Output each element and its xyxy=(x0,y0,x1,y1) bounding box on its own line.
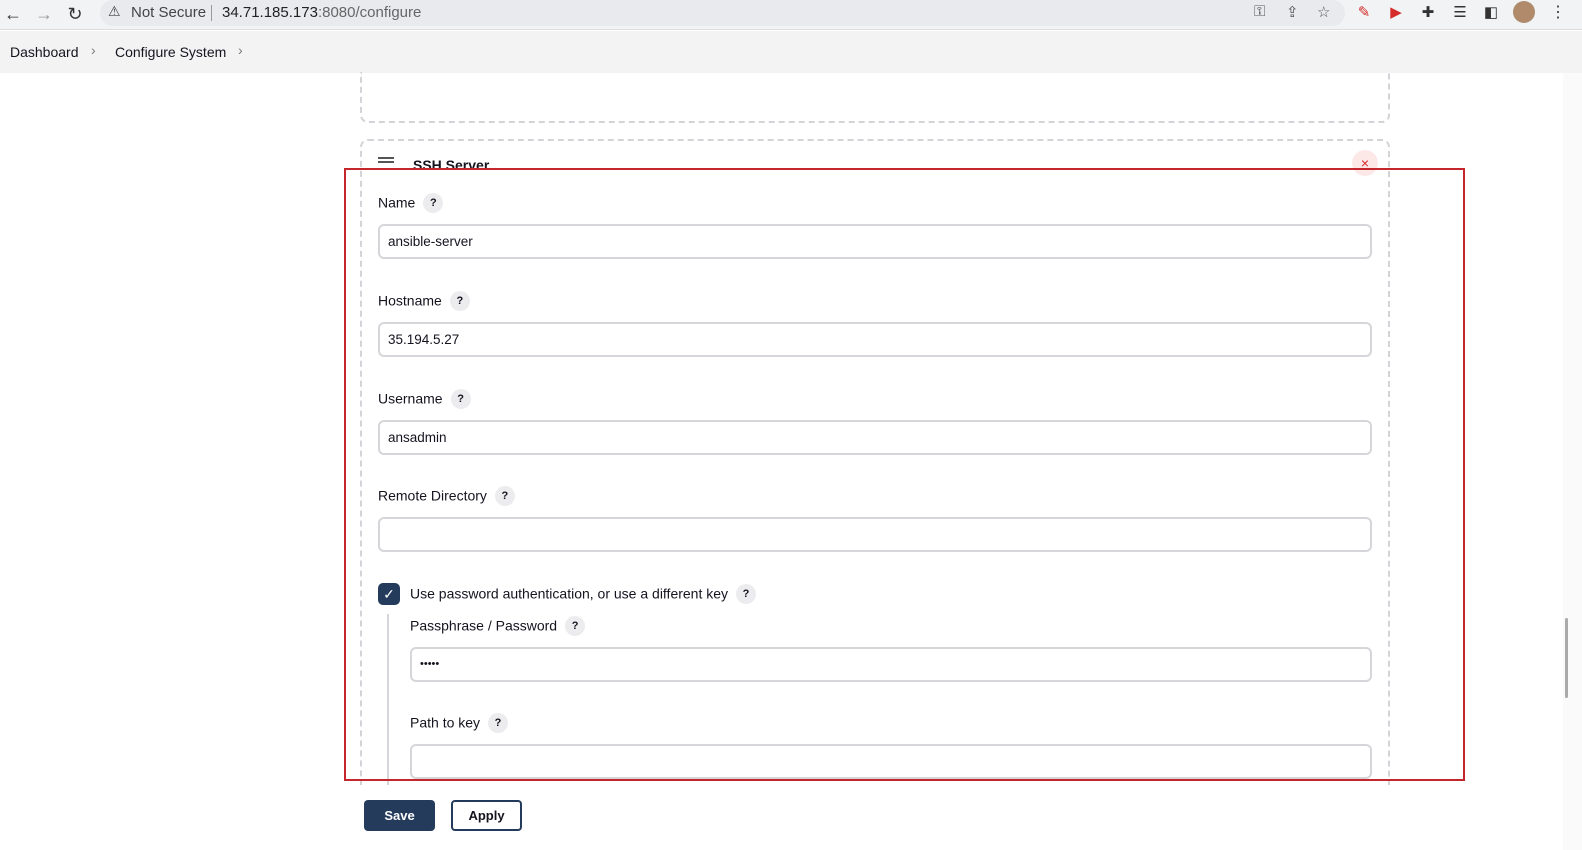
scrollbar-track[interactable] xyxy=(1563,73,1582,850)
chevron-right-icon: › xyxy=(91,42,96,58)
breadcrumb: Dashboard › Configure System › xyxy=(0,31,1582,73)
password-auth-checkbox[interactable]: ✓ xyxy=(378,583,400,605)
remote-directory-label: Remote Directory? xyxy=(378,486,515,507)
username-label: Username? xyxy=(378,389,471,410)
passphrase-label-text: Passphrase / Password xyxy=(410,617,558,634)
url-text[interactable]: 34.71.185.173:8080/configure xyxy=(222,4,421,21)
password-auth-label: Use password authentication, or use a di… xyxy=(410,584,757,605)
warning-icon[interactable]: ⚠ xyxy=(108,3,121,20)
username-label-text: Username xyxy=(378,390,443,407)
chevron-right-icon[interactable]: › xyxy=(238,42,243,58)
url-host: 34.71.185.173 xyxy=(222,4,318,21)
share-icon[interactable]: ⇪ xyxy=(1286,3,1299,21)
path-to-key-label-text: Path to key xyxy=(410,714,481,731)
name-label-text: Name xyxy=(378,194,416,211)
passphrase-label: Passphrase / Password? xyxy=(410,616,586,637)
close-icon[interactable]: × xyxy=(1352,150,1378,176)
browser-toolbar: ← → ↻ ⚠ Not Secure 34.71.185.173:8080/co… xyxy=(0,0,1582,30)
help-icon[interactable]: ? xyxy=(494,486,515,506)
hostname-input[interactable]: 35.194.5.27 xyxy=(378,322,1372,357)
help-icon[interactable]: ? xyxy=(423,193,444,213)
drag-handle-icon[interactable] xyxy=(378,157,394,167)
passphrase-input[interactable]: ••••• xyxy=(410,647,1372,682)
youtube-extension-icon[interactable]: ▶ xyxy=(1386,3,1406,23)
help-icon[interactable]: ? xyxy=(565,616,586,636)
help-icon[interactable]: ? xyxy=(449,291,470,311)
extensions-puzzle-icon[interactable]: ✚ xyxy=(1418,3,1438,23)
section-title: SSH Server xyxy=(413,157,490,173)
breadcrumb-configure-system[interactable]: Configure System xyxy=(115,44,226,60)
password-auth-label-text[interactable]: Use password authentication, or use a di… xyxy=(410,586,728,602)
bookmark-star-icon[interactable]: ☆ xyxy=(1317,3,1330,21)
reading-list-icon[interactable]: ☰ xyxy=(1450,3,1470,23)
hostname-label-text: Hostname xyxy=(378,292,442,309)
help-icon[interactable]: ? xyxy=(450,389,471,409)
breadcrumb-dashboard[interactable]: Dashboard xyxy=(10,44,79,60)
help-icon[interactable]: ? xyxy=(488,713,509,733)
hostname-label: Hostname? xyxy=(378,291,470,312)
username-input[interactable]: ansadmin xyxy=(378,420,1372,455)
help-icon[interactable]: ? xyxy=(736,584,757,604)
remote-directory-input[interactable] xyxy=(378,517,1372,552)
browser-menu-icon[interactable]: ⋮ xyxy=(1550,2,1566,22)
name-label: Name? xyxy=(378,193,444,214)
security-indicator[interactable]: Not Secure xyxy=(131,4,206,21)
key-icon[interactable]: ⚿ xyxy=(1254,3,1265,20)
remote-directory-label-text: Remote Directory xyxy=(378,487,487,504)
side-panel-icon[interactable]: ◧ xyxy=(1481,3,1501,23)
back-arrow-icon[interactable]: ← xyxy=(2,3,24,25)
omnibox-divider xyxy=(211,5,212,21)
reload-icon[interactable]: ↻ xyxy=(64,3,86,25)
save-button[interactable]: Save xyxy=(364,800,435,831)
apply-button[interactable]: Apply xyxy=(451,800,522,831)
url-path: :8080/configure xyxy=(317,4,422,21)
scrollbar-thumb[interactable] xyxy=(1565,618,1568,698)
profile-avatar[interactable] xyxy=(1513,1,1535,23)
path-to-key-label: Path to key? xyxy=(410,713,509,734)
forward-arrow-icon[interactable]: → xyxy=(33,3,55,25)
path-to-key-input[interactable] xyxy=(410,744,1372,779)
name-input[interactable]: ansible-server xyxy=(378,224,1372,259)
pen-extension-icon[interactable]: ✎ xyxy=(1354,3,1374,23)
previous-server-section xyxy=(360,72,1390,123)
nested-indent-line xyxy=(387,614,389,786)
